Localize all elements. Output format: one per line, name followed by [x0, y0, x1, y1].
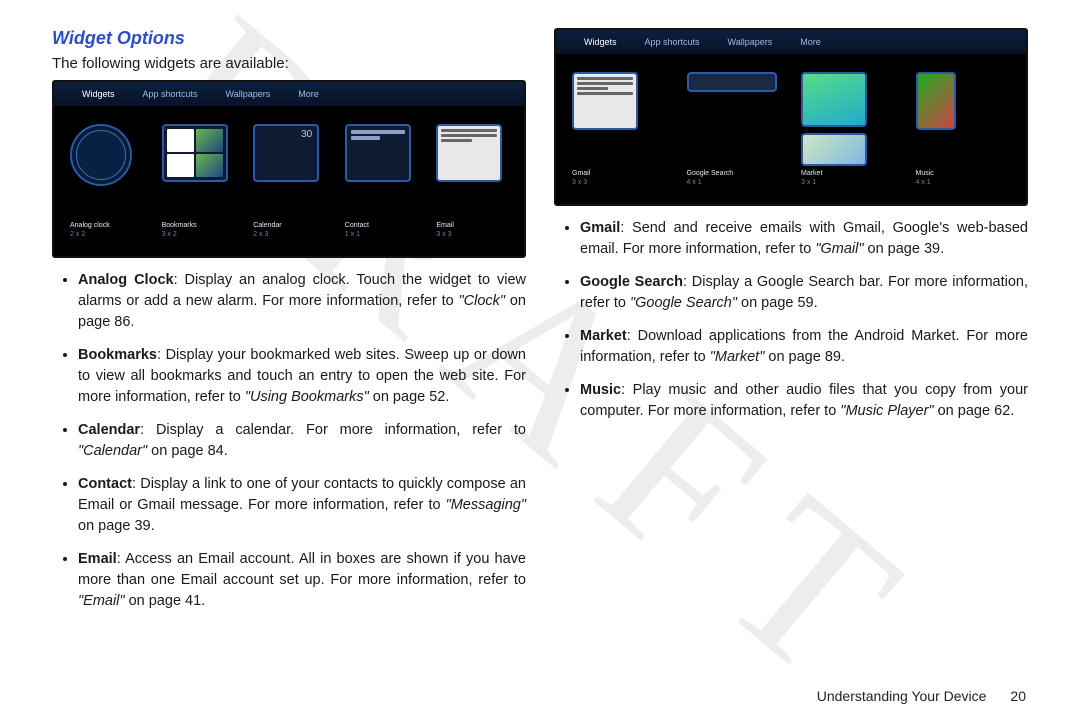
list-item: Gmail: Send and receive emails with Gmai…	[580, 218, 1028, 260]
tab-appshortcuts-2: App shortcuts	[631, 37, 714, 47]
widget-labels-1: Analog clock2 x 2 Bookmarks3 x 2 Calenda…	[54, 218, 524, 240]
music-icon	[916, 72, 956, 130]
two-column-layout: Widget Options The following widgets are…	[52, 28, 1028, 696]
section-title: Widget Options	[52, 28, 526, 49]
analog-clock-icon	[70, 124, 132, 186]
cross-reference: "Clock"	[459, 293, 506, 309]
widget-tabs: Widgets App shortcuts Wallpapers More	[54, 82, 524, 106]
widget-thumbnails-2	[556, 54, 1026, 166]
body-text: : Display a calendar. For more informati…	[140, 422, 526, 438]
list-item: Google Search: Display a Google Search b…	[580, 272, 1028, 314]
calendar-icon	[253, 124, 319, 182]
cross-reference: "Google Search"	[630, 295, 737, 311]
market-icon	[801, 72, 867, 127]
list-item: Music: Play music and other audio files …	[580, 380, 1028, 422]
cross-reference: "Using Bookmarks"	[245, 389, 369, 405]
widget-tabs-2: Widgets App shortcuts Wallpapers More	[556, 30, 1026, 54]
tab-wallpapers-2: Wallpapers	[714, 37, 787, 47]
footer-page: 20	[1010, 688, 1026, 704]
cross-reference: "Music Player"	[840, 403, 933, 419]
page-footer: Understanding Your Device 20	[817, 688, 1026, 704]
list-item: Bookmarks: Display your bookmarked web s…	[78, 345, 526, 408]
term: Music	[580, 382, 621, 398]
term: Google Search	[580, 274, 683, 290]
body-text: : Send and receive emails with Gmail, Go…	[580, 220, 1028, 257]
tab-more: More	[284, 89, 333, 99]
term: Market	[580, 328, 627, 344]
term: Bookmarks	[78, 347, 157, 363]
term: Calendar	[78, 422, 140, 438]
tail-text: on page 39.	[78, 518, 155, 534]
widgets-screenshot-1: Widgets App shortcuts Wallpapers More An…	[52, 80, 526, 258]
cross-reference: "Gmail"	[815, 241, 863, 257]
tail-text: on page 39.	[863, 241, 944, 257]
list-item: Email: Access an Email account. All in b…	[78, 549, 526, 612]
maps-icon	[801, 133, 867, 166]
list-item: Calendar: Display a calendar. For more i…	[78, 420, 526, 462]
term: Email	[78, 551, 117, 567]
widget-labels-2: Gmail3 x 3 Google Search4 x 1 Market3 x …	[556, 166, 1026, 188]
lead-text: The following widgets are available:	[52, 55, 526, 72]
email-icon	[436, 124, 502, 182]
tail-text: on page 41.	[125, 593, 206, 609]
tab-appshortcuts: App shortcuts	[129, 89, 212, 99]
cross-reference: "Market"	[710, 349, 765, 365]
list-item: Contact: Display a link to one of your c…	[78, 474, 526, 537]
tail-text: on page 84.	[147, 443, 228, 459]
tab-wallpapers: Wallpapers	[212, 89, 285, 99]
left-column: Widget Options The following widgets are…	[52, 28, 526, 696]
bookmarks-icon	[162, 124, 228, 182]
term: Contact	[78, 476, 132, 492]
tail-text: on page 89.	[764, 349, 845, 365]
term: Analog Clock	[78, 272, 174, 288]
tab-more-2: More	[786, 37, 835, 47]
cross-reference: "Messaging"	[446, 497, 526, 513]
list-item: Analog Clock: Display an analog clock. T…	[78, 270, 526, 333]
tail-text: on page 52.	[369, 389, 450, 405]
manual-page: DRAFT Widget Options The following widge…	[0, 0, 1080, 720]
cross-reference: "Email"	[78, 593, 125, 609]
list-item: Market: Download applications from the A…	[580, 326, 1028, 368]
right-column: Widgets App shortcuts Wallpapers More Gm…	[554, 28, 1028, 696]
footer-section: Understanding Your Device	[817, 688, 987, 704]
gmail-icon	[572, 72, 638, 130]
tab-widgets: Widgets	[68, 89, 129, 99]
tab-widgets-2: Widgets	[570, 37, 631, 47]
body-text: : Access an Email account. All in boxes …	[78, 551, 526, 588]
cross-reference: "Calendar"	[78, 443, 147, 459]
term: Gmail	[580, 220, 620, 236]
right-bullet-list: Gmail: Send and receive emails with Gmai…	[554, 218, 1028, 422]
left-bullet-list: Analog Clock: Display an analog clock. T…	[52, 270, 526, 612]
widget-thumbnails	[54, 106, 524, 218]
contact-icon	[345, 124, 411, 182]
google-search-icon	[687, 72, 777, 92]
tail-text: on page 62.	[934, 403, 1015, 419]
tail-text: on page 59.	[737, 295, 818, 311]
widgets-screenshot-2: Widgets App shortcuts Wallpapers More Gm…	[554, 28, 1028, 206]
